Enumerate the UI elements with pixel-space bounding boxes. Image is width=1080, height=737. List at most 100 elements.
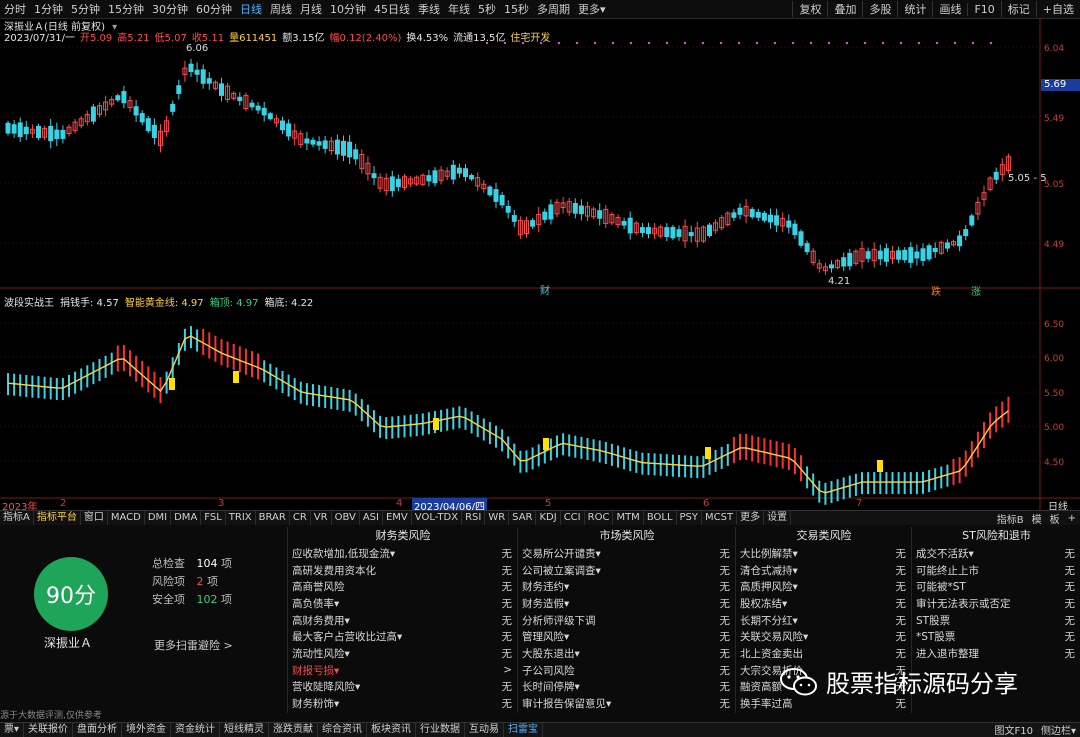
period-1[interactable]: 1分钟 xyxy=(30,1,67,17)
period-13[interactable]: 5秒 xyxy=(474,1,500,17)
risk-row[interactable]: 分析师评级下调 无 xyxy=(518,612,736,629)
toolbar-btn-1[interactable]: 叠加 xyxy=(827,1,862,17)
risk-row[interactable]: 关联交易风险▾ 无 xyxy=(736,628,912,645)
period-16[interactable]: 更多▾ xyxy=(574,1,610,17)
kline-chart[interactable]: 6.04 5.49 5.05 4.49 6.50 6.00 5.50 5.00 4.50 xyxy=(0,18,1080,510)
risk-row[interactable]: 财务违约▾ 无 xyxy=(518,578,736,595)
indicator-tab-19[interactable]: CCI xyxy=(561,511,585,525)
risk-row[interactable]: ST股票 无 xyxy=(912,612,1080,629)
risk-row[interactable]: *ST股票 无 xyxy=(912,628,1080,645)
indicator-tab-0[interactable]: 指标A xyxy=(0,511,34,525)
bottom-nav-right-1[interactable]: 侧边栏▾ xyxy=(1037,722,1080,737)
bottom-nav-0[interactable]: 票▾ xyxy=(0,723,25,737)
risk-row[interactable]: 股权冻结▾ 无 xyxy=(736,595,912,612)
risk-row[interactable]: 最大客户占营收比过高▾ 无 xyxy=(288,628,518,645)
risk-row[interactable]: 成交不活跃▾ 无 xyxy=(912,545,1080,562)
indicator-tab-3[interactable]: MACD xyxy=(108,511,145,525)
bottom-nav-4[interactable]: 资金统计 xyxy=(171,723,221,737)
indicator-tab-5[interactable]: DMA xyxy=(171,511,202,525)
risk-row[interactable]: 可能终止上市 无 xyxy=(912,562,1080,579)
period-14[interactable]: 15秒 xyxy=(500,1,533,17)
risk-row[interactable]: 管理风险▾ 无 xyxy=(518,628,736,645)
bottom-nav-1[interactable]: 关联报价 xyxy=(24,723,74,737)
risk-row[interactable]: 高负债率▾ 无 xyxy=(288,595,518,612)
indicator-tab-16[interactable]: WR xyxy=(485,511,510,525)
risk-row[interactable]: 大股东退出▾ 无 xyxy=(518,645,736,662)
toolbar-btn-4[interactable]: 画线 xyxy=(932,1,967,17)
risk-row[interactable]: 清仓式减持▾ 无 xyxy=(736,562,912,579)
risk-row[interactable]: 长时间停牌▾ 无 xyxy=(518,679,736,696)
risk-row[interactable]: 流动性风险▾ 无 xyxy=(288,645,518,662)
risk-row[interactable]: 子公司风险 无 xyxy=(518,662,736,679)
risk-row[interactable]: 可能被*ST 无 xyxy=(912,578,1080,595)
period-11[interactable]: 季线 xyxy=(414,1,444,17)
bottom-nav-7[interactable]: 综合资讯 xyxy=(318,723,368,737)
risk-row[interactable]: 进入退市整理 无 xyxy=(912,645,1080,662)
risk-row[interactable]: 审计报告保留意见▾ 无 xyxy=(518,695,736,712)
indicator-tab-10[interactable]: VR xyxy=(311,511,332,525)
period-7[interactable]: 周线 xyxy=(266,1,296,17)
risk-row[interactable]: 财报亏损▾ > xyxy=(288,662,518,679)
risk-row[interactable]: 高商誉风险 无 xyxy=(288,578,518,595)
indicator-tab-20[interactable]: ROC xyxy=(585,511,614,525)
indicator-tab-24[interactable]: MCST xyxy=(702,511,738,525)
indicator-tab-12[interactable]: ASI xyxy=(360,511,383,525)
indicator-tab-26[interactable]: 设置 xyxy=(764,511,792,525)
indicator-tab-right-0[interactable]: 指标B xyxy=(993,511,1028,526)
risk-row[interactable]: 长期不分红▾ 无 xyxy=(736,612,912,629)
indicator-tab-4[interactable]: DMI xyxy=(145,511,172,525)
indicator-tab-11[interactable]: OBV xyxy=(332,511,360,525)
period-0[interactable]: 分时 xyxy=(0,1,30,17)
event-marker-2[interactable]: 涨 xyxy=(971,283,981,298)
indicator-tab-23[interactable]: PSY xyxy=(677,511,703,525)
bottom-nav-3[interactable]: 境外资金 xyxy=(122,723,172,737)
toolbar-btn-0[interactable]: 复权 xyxy=(792,1,827,17)
risk-row[interactable]: 大比例解禁▾ 无 xyxy=(736,545,912,562)
period-12[interactable]: 年线 xyxy=(444,1,474,17)
toolbar-btn-3[interactable]: 统计 xyxy=(897,1,932,17)
risk-row[interactable]: 高财务费用▾ 无 xyxy=(288,612,518,629)
period-2[interactable]: 5分钟 xyxy=(67,1,104,17)
indicator-tab-9[interactable]: CR xyxy=(290,511,311,525)
risk-row[interactable]: 交易所公开谴责▾ 无 xyxy=(518,545,736,562)
toolbar-btn-6[interactable]: 标记 xyxy=(1000,1,1036,17)
risk-row[interactable]: 财务造假▾ 无 xyxy=(518,595,736,612)
indicator-tab-7[interactable]: TRIX xyxy=(226,511,256,525)
bottom-nav-2[interactable]: 盘面分析 xyxy=(73,723,123,737)
indicator-tab-14[interactable]: VOL-TDX xyxy=(412,511,463,525)
bottom-nav-9[interactable]: 行业数据 xyxy=(416,723,466,737)
indicator-tab-right-2[interactable]: 板 xyxy=(1046,511,1064,526)
period-9[interactable]: 10分钟 xyxy=(326,1,370,17)
risk-row[interactable]: 公司被立案调查▾ 无 xyxy=(518,562,736,579)
indicator-tab-6[interactable]: FSL xyxy=(201,511,226,525)
bottom-nav-10[interactable]: 互动易 xyxy=(465,723,505,737)
period-5[interactable]: 60分钟 xyxy=(192,1,236,17)
indicator-tab-8[interactable]: BRAR xyxy=(256,511,290,525)
toolbar-btn-7[interactable]: +自选 xyxy=(1035,1,1080,17)
indicator-tab-1[interactable]: 指标平台 xyxy=(34,511,81,525)
period-10[interactable]: 45日线 xyxy=(370,1,414,17)
toolbar-btn-2[interactable]: 多股 xyxy=(862,1,897,17)
risk-row[interactable]: 审计无法表示或否定 无 xyxy=(912,595,1080,612)
bottom-nav-5[interactable]: 短线精灵 xyxy=(220,723,270,737)
risk-row[interactable]: 应收款增加,低现金流▾ 无 xyxy=(288,545,518,562)
period-4[interactable]: 30分钟 xyxy=(148,1,192,17)
indicator-tab-21[interactable]: MTM xyxy=(613,511,644,525)
period-6[interactable]: 日线 xyxy=(236,1,266,17)
indicator-tab-18[interactable]: KDJ xyxy=(536,511,561,525)
indicator-tab-25[interactable]: 更多 xyxy=(737,511,765,525)
indicator-tab-15[interactable]: RSI xyxy=(462,511,486,525)
indicator-tab-right-1[interactable]: 模 xyxy=(1028,511,1046,526)
more-scan-link[interactable]: 更多扫雷避险 > xyxy=(154,637,233,653)
period-8[interactable]: 月线 xyxy=(296,1,326,17)
bottom-nav-right-0[interactable]: 图文F10 xyxy=(990,722,1036,737)
period-15[interactable]: 多周期 xyxy=(533,1,574,17)
risk-row[interactable]: 高研发费用资本化 无 xyxy=(288,562,518,579)
risk-row[interactable]: 高质押风险▾ 无 xyxy=(736,578,912,595)
period-3[interactable]: 15分钟 xyxy=(104,1,148,17)
risk-row[interactable]: 北上资金卖出 无 xyxy=(736,645,912,662)
event-marker-0[interactable]: 财 xyxy=(540,282,550,297)
toolbar-btn-5[interactable]: F10 xyxy=(967,2,1000,16)
event-marker-1[interactable]: 跌 xyxy=(931,283,941,298)
indicator-tab-13[interactable]: EMV xyxy=(383,511,412,525)
